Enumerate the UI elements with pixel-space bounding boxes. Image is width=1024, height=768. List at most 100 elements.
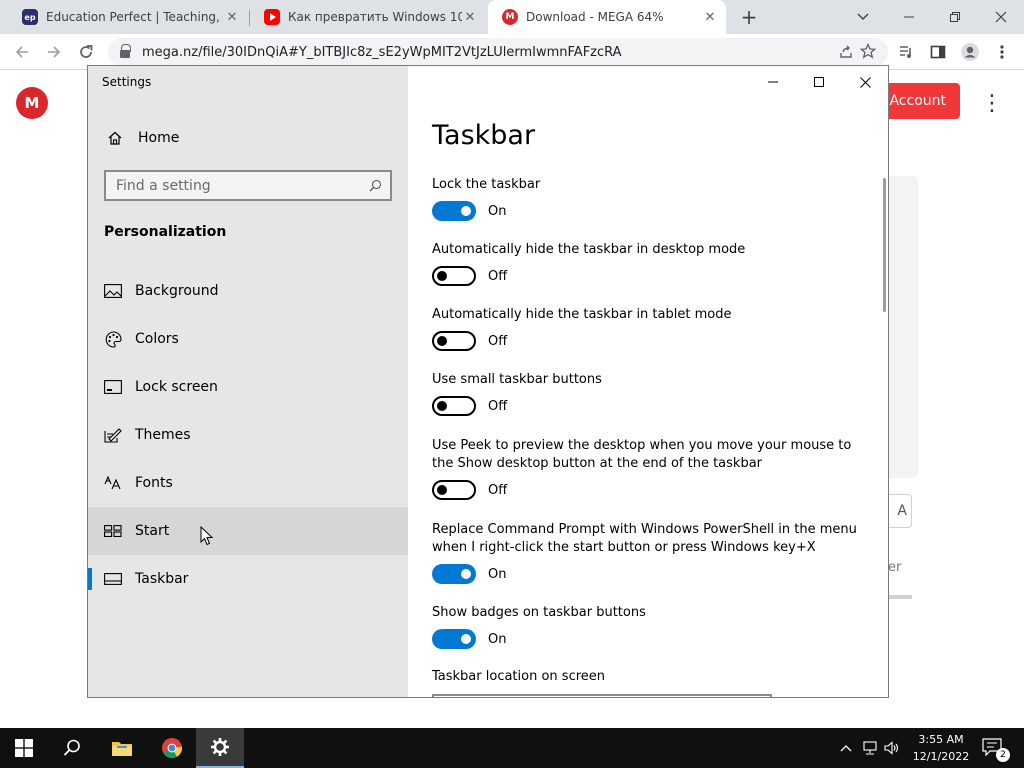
tab-search-icon[interactable] (840, 0, 886, 34)
windows-logo-icon (15, 739, 33, 757)
youtube-icon (264, 9, 280, 25)
search-placeholder: Find a setting (116, 177, 211, 194)
start-icon (104, 522, 122, 540)
toggle-switch[interactable] (432, 331, 476, 351)
home-icon (106, 130, 124, 146)
setting-label: Lock the taskbar (432, 177, 541, 192)
settings-app-button[interactable] (196, 728, 244, 768)
lock-screen-icon (104, 378, 122, 396)
settings-content-pane: Taskbar Lock the taskbar On Automaticall… (408, 66, 888, 697)
setting-label: Use Peek to preview the desktop when you… (432, 438, 852, 471)
education-perfect-icon: ep (22, 9, 38, 25)
close-tab-icon[interactable]: ✕ (224, 9, 240, 25)
setting-label: Automatically hide the taskbar in tablet… (432, 307, 732, 322)
browser-minimize-button[interactable] (886, 0, 932, 34)
windows-taskbar: 3:55 AM 12/1/2022 2 (0, 728, 1024, 768)
reload-icon[interactable] (74, 40, 98, 64)
search-icon (63, 739, 80, 756)
find-setting-input[interactable]: Find a setting (104, 170, 392, 201)
nav-item-lock-screen[interactable]: Lock screen (88, 363, 408, 411)
toggle-state-label: Off (488, 268, 508, 284)
share-icon[interactable] (838, 44, 854, 64)
mega-side-button[interactable]: A (888, 494, 912, 528)
browser-menu-icon[interactable] (990, 40, 1014, 64)
toggle-switch[interactable] (432, 564, 476, 584)
toggle-switch[interactable] (432, 266, 476, 286)
close-tab-icon[interactable]: ✕ (462, 9, 478, 25)
new-tab-button[interactable]: + (737, 5, 761, 29)
picture-icon (104, 282, 122, 300)
start-button[interactable] (0, 728, 48, 768)
home-label: Home (138, 130, 180, 146)
home-nav-item[interactable]: Home (88, 122, 408, 154)
show-hidden-icons-chevron-icon[interactable] (838, 740, 854, 756)
browser-tab-active[interactable]: M Download - MEGA 64% ✕ (488, 0, 726, 34)
star-icon[interactable] (859, 42, 877, 63)
toggle-switch[interactable] (432, 396, 476, 416)
toggle-switch[interactable] (432, 629, 476, 649)
nav-label: Fonts (135, 475, 173, 491)
toggle-switch[interactable] (432, 201, 476, 221)
toggle-switch[interactable] (432, 480, 476, 500)
font-icon (104, 474, 122, 492)
forward-arrow-icon[interactable] (42, 40, 66, 64)
section-heading: Personalization (104, 224, 227, 240)
toggle-state-label: Off (488, 398, 508, 414)
setting-autohide-desktop: Automatically hide the taskbar in deskto… (432, 241, 872, 286)
address-bar[interactable]: mega.nz/file/30IDnQiA#Y_bITBJIc8z_sE2yWp… (108, 38, 888, 66)
toggle-state-label: On (488, 631, 507, 647)
nav-item-start[interactable]: Start (88, 507, 408, 555)
setting-label: Show badges on taskbar buttons (432, 605, 646, 620)
taskbar-location-label: Taskbar location on screen (432, 669, 606, 684)
profile-avatar-icon[interactable] (958, 40, 982, 64)
mega-side-text: er (888, 560, 902, 575)
nav-item-taskbar[interactable]: Taskbar (88, 555, 408, 603)
nav-item-fonts[interactable]: Fonts (88, 459, 408, 507)
nav-item-themes[interactable]: Themes (88, 411, 408, 459)
clock-date: 12/1/2022 (912, 750, 970, 763)
window-title: Settings (102, 75, 152, 89)
setting-autohide-tablet: Automatically hide the taskbar in tablet… (432, 306, 872, 351)
lock-icon[interactable] (120, 44, 131, 58)
folder-icon (112, 742, 132, 756)
close-tab-icon[interactable]: ✕ (702, 9, 718, 25)
clock-time: 3:55 AM (918, 733, 964, 746)
toggle-state-label: On (488, 566, 507, 582)
media-controls-icon[interactable] (894, 40, 918, 64)
browser-restore-button[interactable] (932, 0, 978, 34)
system-clock[interactable]: 3:55 AM 12/1/2022 (898, 731, 984, 765)
file-explorer-button[interactable] (98, 728, 146, 768)
setting-label: Automatically hide the taskbar in deskto… (432, 242, 746, 257)
gear-icon (211, 738, 229, 756)
nav-label: Background (135, 283, 219, 299)
url-text: mega.nz/file/30IDnQiA#Y_bITBJIc8z_sE2yWp… (142, 44, 622, 60)
setting-label: Replace Command Prompt with Windows Powe… (432, 522, 857, 555)
setting-powershell: Replace Command Prompt with Windows Powe… (432, 521, 872, 584)
page-title: Taskbar (432, 120, 536, 151)
nav-item-background[interactable]: Background (88, 267, 408, 315)
setting-peek: Use Peek to preview the desktop when you… (432, 437, 872, 500)
browser-tab[interactable]: Как превратить Windows 10 в W ✕ (250, 0, 486, 34)
taskbar-icon (104, 570, 122, 588)
browser-close-button[interactable] (978, 0, 1024, 34)
nav-label: Themes (135, 427, 191, 443)
tab-title: Download - MEGA 64% (526, 10, 664, 24)
setting-badges: Show badges on taskbar buttons On (432, 604, 872, 649)
mega-icon: M (502, 9, 518, 25)
search-button[interactable] (48, 728, 96, 768)
nav-item-colors[interactable]: Colors (88, 315, 408, 363)
mega-logo[interactable]: M (16, 87, 48, 119)
settings-nav-pane: Settings Home Find a setting Personaliza… (88, 66, 408, 697)
browser-tab[interactable]: ep Education Perfect | Teaching, Ho ✕ (8, 0, 248, 34)
setting-label: Use small taskbar buttons (432, 372, 602, 387)
scrollbar-thumb[interactable] (883, 178, 886, 312)
search-icon[interactable] (369, 179, 382, 192)
toggle-state-label: On (488, 203, 507, 219)
taskbar-location-dropdown[interactable] (432, 694, 772, 697)
back-arrow-icon[interactable] (10, 40, 34, 64)
chrome-button[interactable] (148, 728, 196, 768)
mega-preview-card (888, 176, 918, 478)
network-icon[interactable] (862, 740, 878, 756)
mega-menu-icon[interactable]: ⋮ (981, 91, 1003, 116)
side-panel-icon[interactable] (926, 40, 950, 64)
